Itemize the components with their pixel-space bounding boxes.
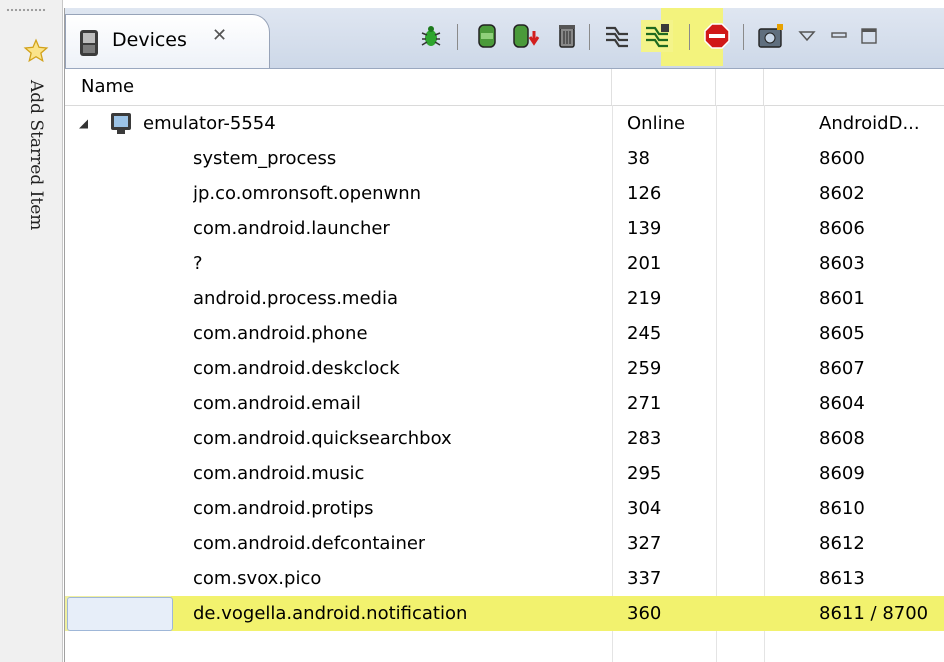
- table-row[interactable]: com.android.quicksearchbox 283 8608: [65, 421, 944, 456]
- process-name: com.android.music: [193, 463, 365, 484]
- toolbar-separator: [457, 24, 458, 50]
- process-port: 8606: [819, 218, 865, 239]
- process-pid: 139: [627, 218, 662, 239]
- emulator-device-icon: [111, 113, 131, 134]
- maximize-icon[interactable]: [853, 20, 885, 52]
- stop-process-icon[interactable]: [701, 20, 733, 52]
- cause-gc-icon[interactable]: [551, 20, 583, 52]
- process-port: 8601: [819, 288, 865, 309]
- column-header-3[interactable]: [716, 69, 764, 105]
- starred-items-trim: Add Starred Item: [0, 0, 63, 662]
- table-row[interactable]: jp.co.omronsoft.openwnn 126 8602: [65, 176, 944, 211]
- toolbar-separator: [589, 24, 590, 50]
- table-row[interactable]: system_process 38 8600: [65, 141, 944, 176]
- table-row[interactable]: com.svox.pico 337 8613: [65, 561, 944, 596]
- device-status: Online: [627, 113, 686, 134]
- table-row[interactable]: android.process.media 219 8601: [65, 281, 944, 316]
- process-name: jp.co.omronsoft.openwnn: [193, 183, 422, 204]
- tab-title: Devices: [112, 29, 187, 51]
- table-row[interactable]: com.android.protips 304 8610: [65, 491, 944, 526]
- column-header-name[interactable]: Name: [65, 69, 612, 105]
- process-pid: 304: [627, 498, 662, 519]
- process-pid: 245: [627, 323, 662, 344]
- update-threads-icon[interactable]: [601, 20, 633, 52]
- devices-view: Devices ✕ Name ◢ emulator-5554 Online An…: [64, 8, 944, 662]
- process-name: com.android.email: [193, 393, 361, 414]
- update-heap-icon[interactable]: [471, 20, 503, 52]
- process-port: 8611 / 8700: [819, 603, 929, 624]
- table-row-selected[interactable]: de.vogella.android.notification 360 8611 /…: [65, 596, 944, 631]
- process-name: com.android.phone: [193, 323, 368, 344]
- debug-bug-icon[interactable]: [415, 20, 447, 52]
- add-starred-item-label[interactable]: Add Starred Item: [26, 80, 46, 230]
- table-row[interactable]: ? 201 8603: [65, 246, 944, 281]
- process-pid: 327: [627, 533, 662, 554]
- process-name: ?: [193, 253, 203, 274]
- process-port: 8602: [819, 183, 865, 204]
- process-port: 8613: [819, 568, 865, 589]
- column-header-4[interactable]: [764, 69, 944, 105]
- minimize-icon[interactable]: [823, 20, 855, 52]
- process-port: 8612: [819, 533, 865, 554]
- device-port: AndroidD...: [819, 113, 920, 134]
- process-name: com.android.protips: [193, 498, 374, 519]
- process-port: 8600: [819, 148, 865, 169]
- view-menu-icon[interactable]: [791, 20, 823, 52]
- close-icon[interactable]: ✕: [212, 25, 227, 46]
- selection-marker: [67, 597, 173, 631]
- expand-toggle-icon[interactable]: ◢: [79, 106, 88, 141]
- table-header: Name: [65, 69, 944, 106]
- column-header-2[interactable]: [612, 69, 716, 105]
- start-method-profiling-icon[interactable]: [641, 20, 673, 52]
- process-name: android.process.media: [193, 288, 398, 309]
- process-port: 8610: [819, 498, 865, 519]
- process-port: 8609: [819, 463, 865, 484]
- device-row[interactable]: ◢ emulator-5554 Online AndroidD...: [65, 106, 944, 141]
- toolbar-separator: [689, 24, 690, 50]
- process-name: com.svox.pico: [193, 568, 322, 589]
- dump-hprof-icon[interactable]: [511, 20, 543, 52]
- table-row[interactable]: com.android.deskclock 259 8607: [65, 351, 944, 386]
- process-name: com.android.defcontainer: [193, 533, 426, 554]
- star-icon[interactable]: [23, 38, 49, 64]
- table-row[interactable]: com.android.music 295 8609: [65, 456, 944, 491]
- view-tab-bar: Devices ✕: [65, 8, 944, 69]
- process-pid: 295: [627, 463, 662, 484]
- process-pid: 337: [627, 568, 662, 589]
- process-port: 8607: [819, 358, 865, 379]
- toolbar-separator: [743, 24, 744, 50]
- process-port: 8608: [819, 428, 865, 449]
- process-name: de.vogella.android.notification: [193, 603, 468, 624]
- table-row[interactable]: com.android.launcher 139 8606: [65, 211, 944, 246]
- process-pid: 271: [627, 393, 662, 414]
- process-pid: 126: [627, 183, 662, 204]
- process-name: com.android.launcher: [193, 218, 390, 239]
- trim-grip-handle[interactable]: [6, 8, 46, 12]
- table-row[interactable]: com.android.email 271 8604: [65, 386, 944, 421]
- screen-capture-icon[interactable]: [755, 20, 787, 52]
- process-name: system_process: [193, 148, 337, 169]
- process-port: 8603: [819, 253, 865, 274]
- process-pid: 283: [627, 428, 662, 449]
- process-pid: 259: [627, 358, 662, 379]
- tab-devices[interactable]: Devices ✕: [65, 14, 270, 68]
- process-port: 8605: [819, 323, 865, 344]
- process-pid: 219: [627, 288, 662, 309]
- phone-device-icon: [80, 30, 98, 56]
- process-pid: 360: [627, 603, 662, 624]
- process-port: 8604: [819, 393, 865, 414]
- table-row[interactable]: com.android.defcontainer 327 8612: [65, 526, 944, 561]
- process-pid: 38: [627, 148, 650, 169]
- process-name: com.android.deskclock: [193, 358, 400, 379]
- device-name: emulator-5554: [143, 113, 276, 134]
- devices-table: Name ◢ emulator-5554 Online AndroidD... …: [65, 69, 944, 662]
- process-name: com.android.quicksearchbox: [193, 428, 452, 449]
- table-row[interactable]: com.android.phone 245 8605: [65, 316, 944, 351]
- process-pid: 201: [627, 253, 662, 274]
